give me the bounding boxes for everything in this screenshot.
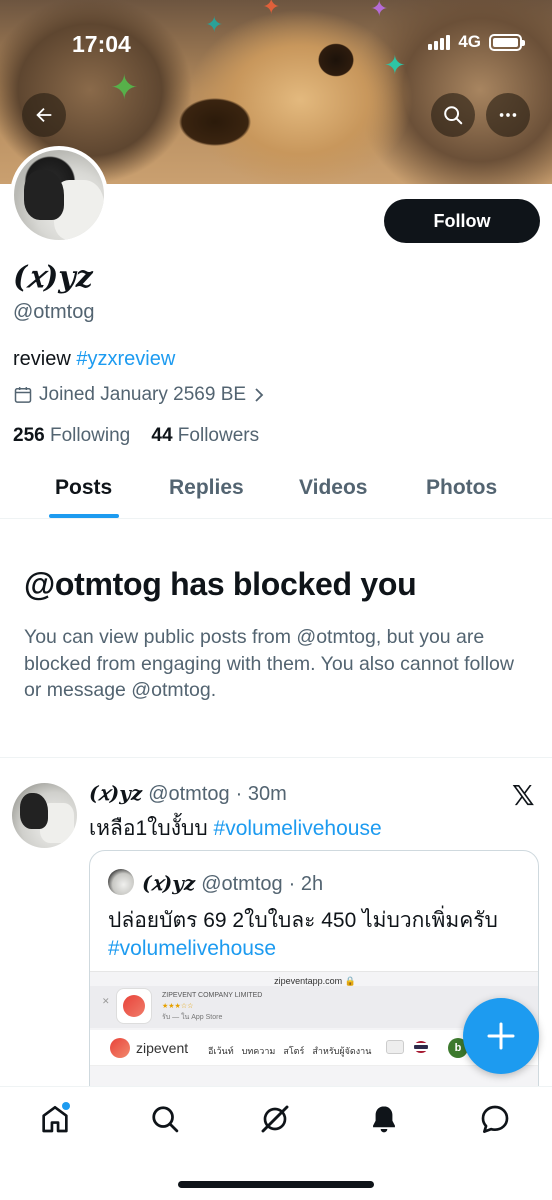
joined-date[interactable]: Joined January 2569 BE (13, 384, 266, 406)
nav-messages[interactable] (478, 1102, 512, 1136)
bell-icon (373, 1106, 395, 1133)
following-label: Following (44, 425, 131, 446)
nav-search[interactable] (148, 1102, 182, 1136)
sticker-star: ✦ (205, 12, 224, 37)
nav-grok[interactable] (258, 1102, 292, 1136)
cart-icon (386, 1040, 404, 1054)
more-icon (499, 113, 517, 117)
blocked-description: You can view public posts from @otmtog, … (24, 626, 514, 701)
joined-text: Joined January 2569 BE (39, 384, 247, 405)
quote-hashtag[interactable]: #volumelivehouse (108, 937, 276, 960)
quoted-post[interactable]: (𝑥)yz @otmtog · 2h ปล่อยบัตร 69 2ใบใบละ … (89, 850, 539, 1110)
site-link: สำหรับผู้จัดงาน (312, 1046, 372, 1056)
bio-hashtag[interactable]: #yzxreview (76, 348, 175, 370)
arrow-left-icon (36, 107, 52, 123)
app-rating: ★★★☆☆ (162, 1003, 194, 1010)
quote-text: ปล่อยบัตร 69 2ใบใบละ 450 ไม่บวกเพิ่มครับ… (108, 907, 528, 963)
more-button[interactable] (486, 93, 530, 137)
back-button[interactable] (22, 93, 66, 137)
calendar-icon (14, 387, 32, 403)
status-indicators: 4G (428, 32, 525, 52)
bio: review #yzxreview (13, 348, 175, 371)
battery-icon (489, 33, 525, 51)
message-icon (481, 1105, 509, 1133)
tab-posts[interactable]: Posts (55, 476, 112, 500)
quote-time: · 2h (288, 873, 324, 895)
search-icon (444, 106, 463, 125)
sticker-star: ✦ (262, 0, 281, 19)
profile-avatar[interactable] (10, 146, 108, 244)
user-handle: @otmtog (13, 301, 95, 323)
app-icon (116, 988, 152, 1024)
tab-replies[interactable]: Replies (169, 476, 244, 500)
post-author-name[interactable]: (𝑥)yz (89, 781, 142, 805)
follow-stats: 256 Following 44 Followers (13, 425, 259, 447)
follow-button[interactable]: Follow (384, 199, 540, 243)
tab-photos[interactable]: Photos (426, 476, 497, 500)
status-time: 17:04 (72, 31, 131, 57)
compose-button[interactable] (463, 998, 539, 1074)
followers-count: 44 (151, 425, 173, 446)
search-icon (152, 1106, 179, 1133)
site-link: อีเว้นท์ (208, 1046, 234, 1056)
network-type: 4G (458, 32, 481, 51)
quote-header: (𝑥)yz @otmtog · 2h (142, 871, 323, 896)
app-company: ZIPEVENT COMPANY LIMITED (162, 992, 263, 999)
post-header: (𝑥)yz @otmtog · 30m (89, 781, 287, 806)
post-author-handle: @otmtog (148, 783, 230, 805)
quote-author-handle: @otmtog (201, 873, 283, 895)
active-tab-indicator (49, 514, 119, 518)
site-logo-text: zipevent (136, 1040, 189, 1056)
app-store-text: รับ — ใน App Store (162, 1014, 223, 1021)
following-link[interactable]: 256 Following (13, 425, 130, 446)
zipevent-logo-icon (110, 1038, 130, 1058)
site-link: สโตร์ (283, 1046, 305, 1056)
search-button[interactable] (431, 93, 475, 137)
profile-tabs: Posts Replies Videos Photos (0, 466, 552, 519)
divider (0, 757, 552, 758)
followers-link[interactable]: 44 Followers (151, 425, 259, 446)
grok-icon (261, 1105, 289, 1133)
post-time: · 30m (235, 783, 287, 805)
site-link: บทความ (241, 1046, 276, 1056)
sticker-star: ✦ (110, 69, 139, 107)
tab-videos[interactable]: Videos (299, 476, 367, 500)
post-body: เหลือ1ใบงั้บบ (89, 817, 214, 840)
site-links: อีเว้นท์ บทความ สโตร์ สำหรับผู้จัดงาน (208, 1044, 371, 1058)
quote-avatar (108, 869, 134, 895)
quote-body: ปล่อยบัตร 69 2ใบใบละ 450 ไม่บวกเพิ่มครับ (108, 909, 498, 932)
nav-home[interactable] (38, 1102, 72, 1136)
post-hashtag[interactable]: #volumelivehouse (214, 817, 382, 840)
thai-flag-icon (414, 1041, 428, 1053)
close-icon: ✕ (102, 996, 110, 1006)
home-indicator (178, 1181, 374, 1188)
post-text: เหลือ1ใบงั้บบ #volumelivehouse (89, 812, 382, 845)
notification-dot (62, 1102, 70, 1110)
signal-icon (428, 34, 451, 50)
plus-icon (487, 1022, 515, 1050)
post-avatar[interactable] (12, 783, 77, 848)
sticker-star: ✦ (384, 50, 406, 80)
blocked-title: @otmtog has blocked you (24, 566, 417, 602)
chevron-right-icon (255, 388, 264, 402)
nav-notifications[interactable] (367, 1102, 401, 1136)
following-count: 256 (13, 425, 45, 446)
bio-text: review (13, 348, 77, 370)
quote-author-name: (𝑥)yz (142, 871, 196, 895)
followers-label: Followers (172, 425, 260, 446)
x-logo-icon: 𝕏 (512, 780, 535, 811)
sticker-star: ✦ (370, 0, 389, 21)
display-name: (𝑥)yz (13, 260, 93, 295)
